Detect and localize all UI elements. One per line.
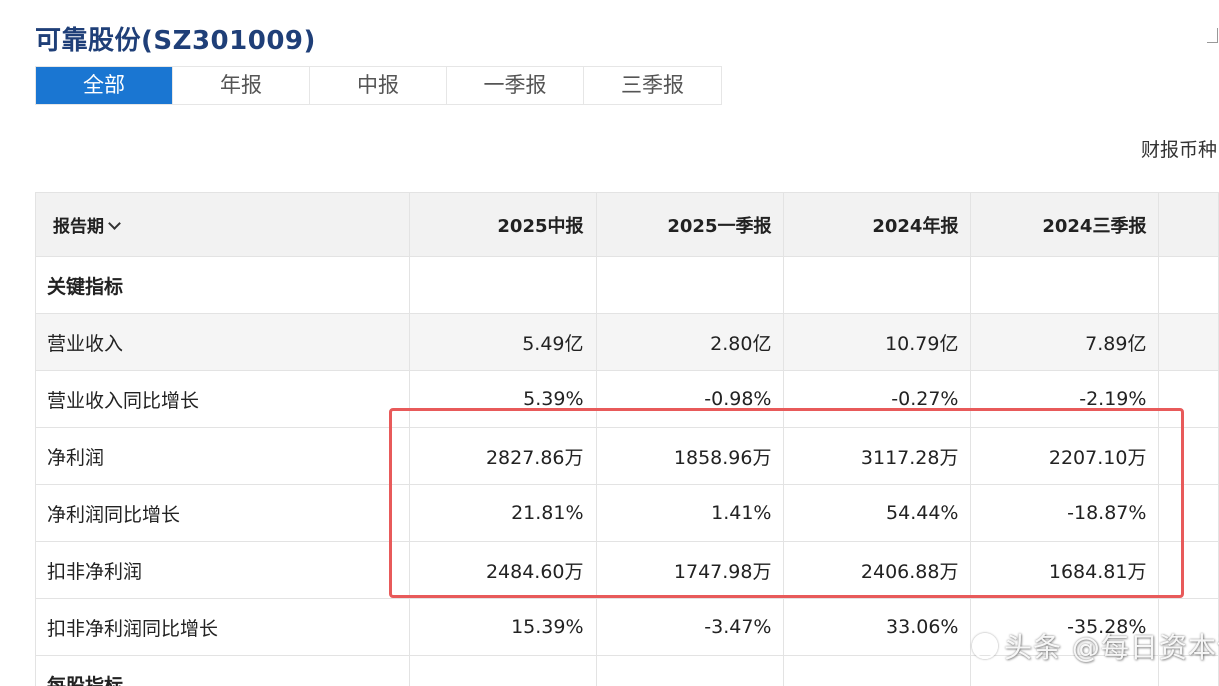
tab-all[interactable]: 全部 bbox=[36, 67, 173, 104]
period-header-label: 报告期 bbox=[53, 217, 104, 237]
row-label: 营业收入 bbox=[35, 313, 410, 371]
row-label: 每股指标 bbox=[35, 655, 410, 686]
table-cell bbox=[970, 256, 1160, 314]
table-row: 净利润 2827.86万 1858.96万 3117.28万 2207.10万 bbox=[35, 427, 1219, 485]
table-cell: 54.44% bbox=[783, 484, 972, 542]
table-cell bbox=[408, 256, 597, 314]
table-cell bbox=[1158, 370, 1219, 428]
watermark: 头条 @每日资本论 bbox=[972, 626, 1219, 666]
table-cell: 15.39% bbox=[408, 598, 597, 656]
row-label: 扣非净利润 bbox=[35, 541, 410, 599]
row-label: 扣非净利润同比增长 bbox=[35, 598, 410, 656]
table-cell: 1858.96万 bbox=[595, 427, 785, 485]
table-cell: 2.80亿 bbox=[595, 313, 785, 371]
corner-bracket-icon bbox=[1207, 28, 1218, 43]
table-cell: -18.87% bbox=[970, 484, 1160, 542]
table-row: 营业收入 5.49亿 2.80亿 10.79亿 7.89亿 bbox=[35, 313, 1219, 371]
tab-annual[interactable]: 年报 bbox=[173, 67, 310, 104]
table-cell: 1684.81万 bbox=[970, 541, 1160, 599]
table-cell bbox=[408, 655, 597, 686]
toutiao-logo-icon bbox=[972, 633, 998, 659]
table-cell: 5.39% bbox=[408, 370, 597, 428]
report-type-tabs: 全部 年报 中报 一季报 三季报 bbox=[35, 66, 722, 105]
table-cell bbox=[1158, 484, 1219, 542]
table-cell: 5.49亿 bbox=[408, 313, 597, 371]
financial-indicators-table: 报告期 2025中报 2025一季报 2024年报 2024三季报 关键指标 营… bbox=[35, 192, 1219, 686]
row-label: 净利润同比增长 bbox=[35, 484, 410, 542]
watermark-text: 头条 @每日资本论 bbox=[1004, 631, 1219, 664]
table-cell bbox=[595, 256, 785, 314]
table-header-row: 报告期 2025中报 2025一季报 2024年报 2024三季报 bbox=[35, 192, 1219, 257]
table-cell bbox=[1158, 541, 1219, 599]
table-cell bbox=[595, 655, 785, 686]
table-cell bbox=[1158, 256, 1219, 314]
tab-q1[interactable]: 一季报 bbox=[447, 67, 584, 104]
column-header: 2024三季报 bbox=[970, 192, 1160, 257]
period-header[interactable]: 报告期 bbox=[35, 192, 410, 257]
table-row: 扣非净利润 2484.60万 1747.98万 2406.88万 1684.81… bbox=[35, 541, 1219, 599]
tab-q3[interactable]: 三季报 bbox=[584, 67, 721, 104]
row-label: 营业收入同比增长 bbox=[35, 370, 410, 428]
table-cell: 2484.60万 bbox=[408, 541, 597, 599]
table-cell: 2827.86万 bbox=[408, 427, 597, 485]
column-header: 2025中报 bbox=[408, 192, 597, 257]
table-cell: 33.06% bbox=[783, 598, 972, 656]
row-label: 关键指标 bbox=[35, 256, 410, 314]
table-cell: 1747.98万 bbox=[595, 541, 785, 599]
table-cell bbox=[1158, 313, 1219, 371]
table-cell: 7.89亿 bbox=[970, 313, 1160, 371]
currency-selector[interactable]: 财报币种 bbox=[1141, 135, 1217, 162]
table-cell: -3.47% bbox=[595, 598, 785, 656]
table-row: 净利润同比增长 21.81% 1.41% 54.44% -18.87% bbox=[35, 484, 1219, 542]
page-title: 可靠股份(SZ301009) bbox=[35, 26, 316, 56]
table-cell bbox=[783, 655, 972, 686]
table-cell bbox=[1158, 427, 1219, 485]
table-row: 关键指标 bbox=[35, 256, 1219, 314]
row-label: 净利润 bbox=[35, 427, 410, 485]
table-cell: -0.98% bbox=[595, 370, 785, 428]
table-cell: 21.81% bbox=[408, 484, 597, 542]
table-cell: 2406.88万 bbox=[783, 541, 972, 599]
column-header: 2024年报 bbox=[783, 192, 972, 257]
table-cell: -2.19% bbox=[970, 370, 1160, 428]
table-row: 营业收入同比增长 5.39% -0.98% -0.27% -2.19% bbox=[35, 370, 1219, 428]
table-cell: 10.79亿 bbox=[783, 313, 972, 371]
table-cell: -0.27% bbox=[783, 370, 972, 428]
chevron-down-icon bbox=[108, 217, 121, 230]
table-cell: 1.41% bbox=[595, 484, 785, 542]
table-cell bbox=[783, 256, 972, 314]
column-header: 2025一季报 bbox=[595, 192, 785, 257]
column-header-empty bbox=[1158, 192, 1219, 257]
tab-interim[interactable]: 中报 bbox=[310, 67, 447, 104]
table-cell: 2207.10万 bbox=[970, 427, 1160, 485]
table-cell: 3117.28万 bbox=[783, 427, 972, 485]
